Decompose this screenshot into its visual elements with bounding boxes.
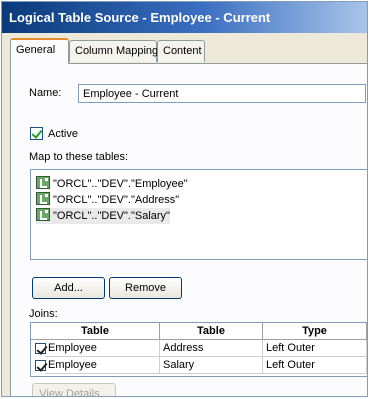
tables-list[interactable]: "ORCL".."DEV"."Employee" "ORCL".."DEV"."… (30, 169, 367, 260)
dialog-window: Logical Table Source - Employee - Curren… (1, 1, 368, 397)
table-cell: Left Outer (263, 357, 367, 374)
joins-table[interactable]: Table Table Type Employee Address Left O… (30, 322, 367, 377)
tab-general[interactable]: General (10, 38, 69, 64)
tab-column-mapping[interactable]: Column Mapping (69, 40, 158, 62)
table-cell: Address (160, 340, 263, 357)
table-cell: Employee (45, 357, 160, 374)
column-header[interactable]: Type (263, 323, 367, 340)
table-icon (36, 208, 50, 221)
window-title: Logical Table Source - Employee - Curren… (2, 2, 367, 33)
list-item-label: "ORCL".."DEV"."Salary" (53, 210, 170, 222)
table-cell: Employee (45, 340, 160, 357)
name-label: Name: (29, 87, 62, 99)
list-item[interactable]: "ORCL".."DEV"."Address" (36, 192, 179, 208)
tab-content[interactable]: Content (157, 40, 205, 62)
table-icon (36, 192, 50, 205)
view-details-button[interactable]: View Details... (32, 383, 116, 396)
list-item-label: "ORCL".."DEV"."Employee" (53, 178, 188, 190)
table-cell: Salary (160, 357, 263, 374)
table-icon (36, 176, 50, 189)
general-panel: Name: Employee - Current Active Map to t… (10, 63, 367, 396)
name-field[interactable]: Employee - Current (78, 84, 366, 103)
active-checkbox[interactable] (30, 127, 43, 140)
column-header[interactable]: Table (160, 323, 263, 340)
list-item[interactable]: "ORCL".."DEV"."Salary" (36, 208, 170, 224)
map-tables-label: Map to these tables: (29, 151, 129, 163)
list-item-label: "ORCL".."DEV"."Address" (53, 194, 180, 206)
tab-strip: General Column Mapping Content (2, 38, 367, 64)
remove-button[interactable]: Remove (109, 277, 182, 299)
add-button[interactable]: Add... (32, 277, 105, 299)
table-cell: Left Outer (263, 340, 367, 357)
joins-label: Joins: (29, 308, 58, 320)
column-header[interactable]: Table (31, 323, 160, 340)
list-item[interactable]: "ORCL".."DEV"."Employee" (36, 176, 188, 192)
active-label: Active (48, 128, 78, 140)
